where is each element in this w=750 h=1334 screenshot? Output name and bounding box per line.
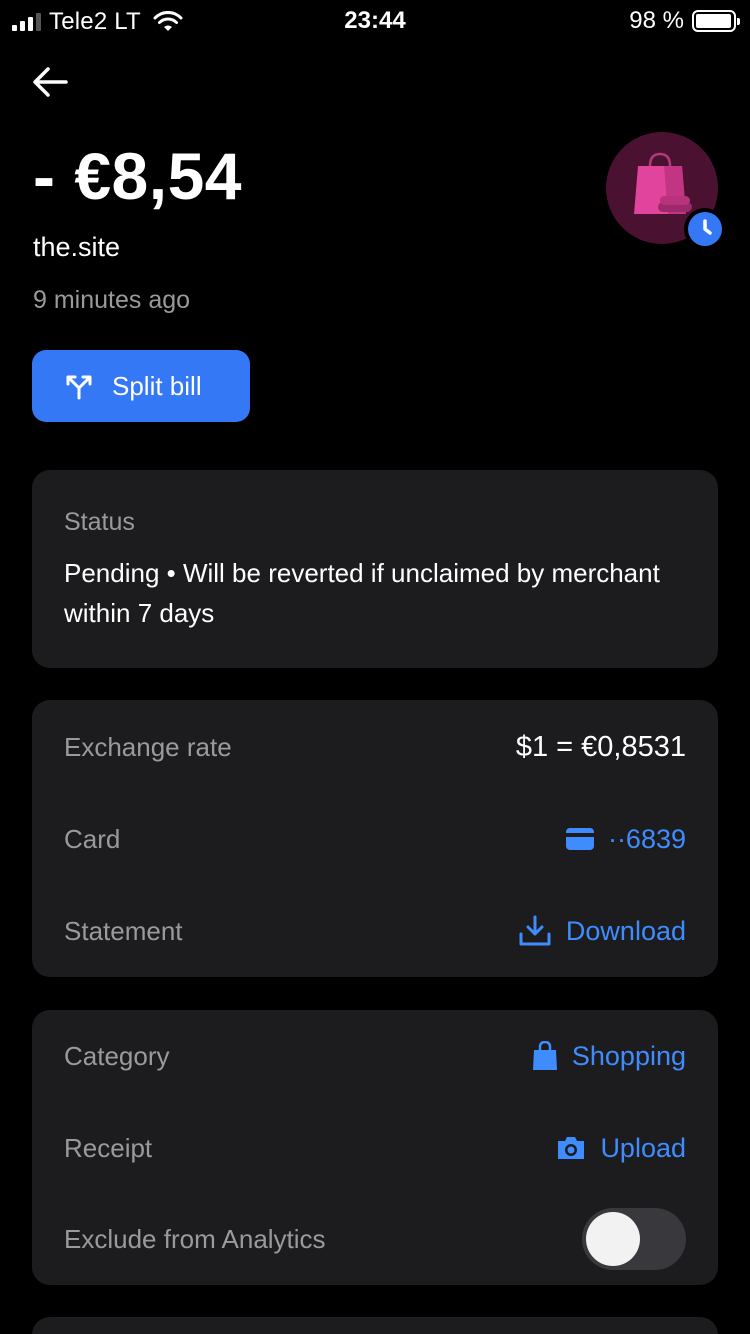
card-value-group[interactable]: ··6839 <box>565 823 686 855</box>
exchange-rate-value: $1 = €0,8531 <box>515 730 686 763</box>
battery-percent: 98 % <box>629 7 684 34</box>
upload-receipt-button[interactable]: Upload <box>556 1133 686 1164</box>
battery-icon <box>692 10 740 32</box>
split-bill-label: Split bill <box>112 370 202 401</box>
next-card <box>32 1317 718 1334</box>
download-icon <box>519 915 551 946</box>
card-icon <box>565 828 594 850</box>
status-bar: Tele2 LT 23:44 98 % <box>0 0 750 40</box>
category-card: Category Shopping Receipt Upload Exclude… <box>32 1010 718 1285</box>
category-value-group[interactable]: Shopping <box>532 1041 686 1072</box>
bag-icon <box>532 1041 557 1070</box>
download-statement-button[interactable]: Download <box>518 914 686 948</box>
camera-icon <box>558 1137 585 1159</box>
exchange-rate-row: Exchange rate $1 = €0,8531 <box>64 727 686 767</box>
card-row[interactable]: Card ··6839 <box>64 819 686 859</box>
category-row[interactable]: Category Shopping <box>64 1036 686 1076</box>
exclude-analytics-row: Exclude from Analytics <box>64 1208 686 1270</box>
status-bar-right: 98 % <box>629 7 740 35</box>
statement-row[interactable]: Statement Download <box>64 911 686 951</box>
pending-clock-badge <box>684 208 726 250</box>
transaction-time: 9 minutes ago <box>33 286 191 314</box>
split-bill-button[interactable]: Split bill <box>32 350 250 422</box>
clock-icon <box>703 219 712 235</box>
status-card: Status Pending • Will be reverted if unc… <box>32 470 718 668</box>
back-arrow-icon[interactable] <box>30 62 70 102</box>
receipt-label: Receipt <box>64 1132 153 1163</box>
upload-label: Upload <box>600 1132 686 1163</box>
details-card: Exchange rate $1 = €0,8531 Card ··6839 S… <box>32 700 718 977</box>
card-label: Card <box>64 823 121 854</box>
toggle-knob <box>586 1212 640 1266</box>
transaction-amount: - €8,54 <box>33 139 242 213</box>
split-icon <box>66 375 92 400</box>
statement-label: Statement <box>64 915 183 946</box>
shopping-bag-icon <box>634 152 692 214</box>
category-label: Category <box>64 1040 170 1071</box>
exclude-analytics-label: Exclude from Analytics <box>64 1223 326 1254</box>
exclude-analytics-toggle[interactable] <box>582 1208 686 1270</box>
exchange-rate-label: Exchange rate <box>64 731 232 762</box>
status-title: Status <box>64 508 135 536</box>
card-value: ··6839 <box>607 823 686 854</box>
category-value: Shopping <box>571 1040 686 1071</box>
download-label: Download <box>565 915 686 946</box>
status-text: Pending • Will be reverted if unclaimed … <box>64 558 660 628</box>
receipt-row[interactable]: Receipt Upload <box>64 1128 686 1168</box>
merchant-name: the.site <box>33 232 121 262</box>
